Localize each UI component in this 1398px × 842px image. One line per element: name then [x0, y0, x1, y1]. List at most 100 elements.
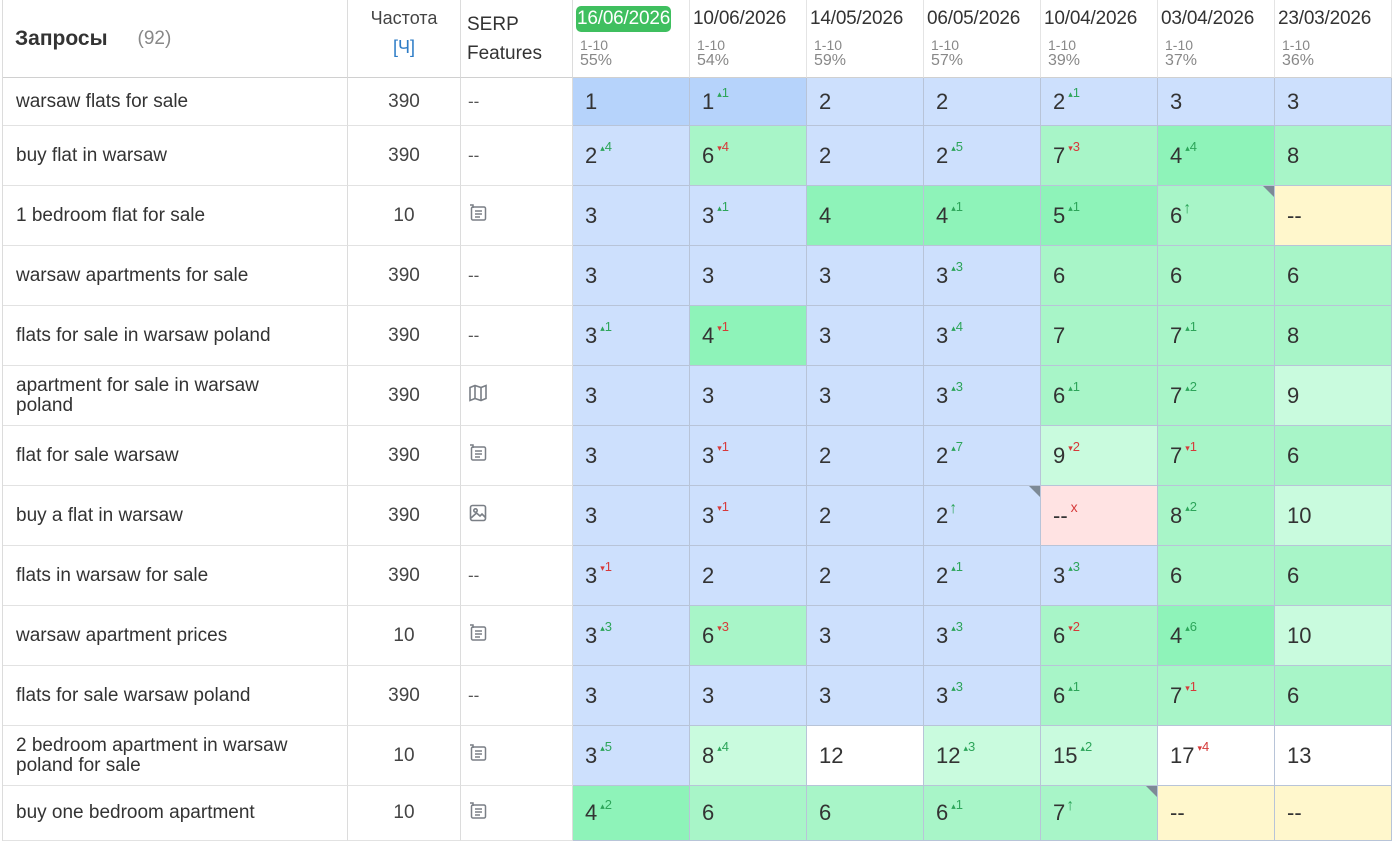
- position-cell[interactable]: 3: [807, 606, 924, 666]
- keyword-text[interactable]: flats for sale warsaw poland: [16, 685, 250, 706]
- position-cell[interactable]: 3: [573, 666, 690, 726]
- position-cell[interactable]: 4 ▴1: [924, 186, 1041, 246]
- position-cell[interactable]: 3: [807, 306, 924, 366]
- keyword-text[interactable]: buy one bedroom apartment: [16, 803, 255, 823]
- position-cell[interactable]: 7 ▾3: [1041, 126, 1158, 186]
- date-column-header[interactable]: 23/03/2026 1-10 36%: [1275, 0, 1392, 78]
- keyword-cell[interactable]: flats in warsaw for sale: [3, 546, 348, 606]
- position-cell[interactable]: 8: [1275, 306, 1392, 366]
- keyword-text[interactable]: warsaw apartment prices: [16, 625, 227, 646]
- position-cell[interactable]: 7 ▴2: [1158, 366, 1275, 426]
- position-cell[interactable]: 3: [573, 426, 690, 486]
- position-cell[interactable]: --: [1275, 786, 1392, 841]
- date-column-header[interactable]: 10/06/2026 1-10 54%: [690, 0, 807, 78]
- position-cell[interactable]: 6 ▾2: [1041, 606, 1158, 666]
- date-label[interactable]: 10/04/2026: [1044, 6, 1137, 32]
- keyword-text[interactable]: 2 bedroom apartment in warsaw poland for…: [16, 735, 296, 776]
- date-column-header[interactable]: 10/04/2026 1-10 39%: [1041, 0, 1158, 78]
- position-cell[interactable]: 3 ▴1: [573, 306, 690, 366]
- position-cell[interactable]: 6: [1041, 246, 1158, 306]
- position-cell[interactable]: 3: [573, 366, 690, 426]
- snippet-icon[interactable]: [468, 203, 488, 228]
- snippet-icon[interactable]: [468, 443, 488, 468]
- note-corner-icon[interactable]: [1263, 186, 1274, 197]
- position-cell[interactable]: 3 ▴3: [924, 666, 1041, 726]
- position-cell[interactable]: 12: [807, 726, 924, 786]
- position-cell[interactable]: 7 ↑: [1041, 786, 1158, 841]
- position-cell[interactable]: 3: [573, 186, 690, 246]
- position-cell[interactable]: 4 ▾1: [690, 306, 807, 366]
- position-cell[interactable]: 6 ▾3: [690, 606, 807, 666]
- position-cell[interactable]: 6: [1275, 426, 1392, 486]
- position-cell[interactable]: 3: [807, 366, 924, 426]
- keyword-cell[interactable]: flats for sale warsaw poland: [3, 666, 348, 726]
- keyword-cell[interactable]: buy flat in warsaw: [3, 126, 348, 186]
- keyword-text[interactable]: flats in warsaw for sale: [16, 565, 208, 586]
- keyword-cell[interactable]: 2 bedroom apartment in warsaw poland for…: [3, 726, 348, 786]
- keyword-cell[interactable]: 1 bedroom flat for sale: [3, 186, 348, 246]
- position-cell[interactable]: 2 ▴1: [924, 546, 1041, 606]
- image-icon[interactable]: [468, 503, 488, 528]
- position-cell[interactable]: -- x: [1041, 486, 1158, 546]
- position-cell[interactable]: 13: [1275, 726, 1392, 786]
- position-cell[interactable]: 3 ▴3: [924, 606, 1041, 666]
- date-label[interactable]: 10/06/2026: [693, 6, 786, 32]
- date-label[interactable]: 06/05/2026: [927, 6, 1020, 32]
- position-cell[interactable]: 10: [1275, 606, 1392, 666]
- keyword-text[interactable]: warsaw flats for sale: [16, 91, 188, 112]
- keyword-cell[interactable]: apartment for sale in warsaw poland: [3, 366, 348, 426]
- position-cell[interactable]: 8: [1275, 126, 1392, 186]
- position-cell[interactable]: 6: [690, 786, 807, 841]
- note-corner-icon[interactable]: [1029, 486, 1040, 497]
- note-corner-icon[interactable]: [1146, 786, 1157, 797]
- position-cell[interactable]: 3 ▴3: [1041, 546, 1158, 606]
- position-cell[interactable]: 3 ▴4: [924, 306, 1041, 366]
- keyword-text[interactable]: apartment for sale in warsaw poland: [16, 375, 296, 416]
- keyword-cell[interactable]: flat for sale warsaw: [3, 426, 348, 486]
- position-cell[interactable]: 6: [1275, 246, 1392, 306]
- position-cell[interactable]: 6 ▴1: [1041, 666, 1158, 726]
- position-cell[interactable]: 1 ▴1: [690, 78, 807, 126]
- position-cell[interactable]: 6: [1158, 546, 1275, 606]
- position-cell[interactable]: 3: [807, 666, 924, 726]
- snippet-icon[interactable]: [468, 801, 488, 826]
- keyword-text[interactable]: buy a flat in warsaw: [16, 505, 183, 526]
- position-cell[interactable]: 3: [690, 246, 807, 306]
- position-cell[interactable]: 9: [1275, 366, 1392, 426]
- position-cell[interactable]: 7 ▾1: [1158, 666, 1275, 726]
- position-cell[interactable]: 3 ▴1: [690, 186, 807, 246]
- position-cell[interactable]: 2 ▴5: [924, 126, 1041, 186]
- position-cell[interactable]: 4 ▴2: [573, 786, 690, 841]
- position-cell[interactable]: 3: [1275, 78, 1392, 126]
- date-column-header[interactable]: 03/04/2026 1-10 37%: [1158, 0, 1275, 78]
- position-cell[interactable]: 6: [807, 786, 924, 841]
- position-cell[interactable]: --: [1275, 186, 1392, 246]
- position-cell[interactable]: 2: [807, 486, 924, 546]
- snippet-icon[interactable]: [468, 623, 488, 648]
- keyword-text[interactable]: buy flat in warsaw: [16, 145, 167, 166]
- position-cell[interactable]: 6: [1275, 546, 1392, 606]
- keyword-cell[interactable]: warsaw apartments for sale: [3, 246, 348, 306]
- position-cell[interactable]: 6 ↑: [1158, 186, 1275, 246]
- position-cell[interactable]: 7 ▴1: [1158, 306, 1275, 366]
- position-cell[interactable]: 2: [807, 78, 924, 126]
- position-cell[interactable]: 6: [1158, 246, 1275, 306]
- date-label[interactable]: 23/03/2026: [1278, 6, 1371, 32]
- position-cell[interactable]: 2: [807, 126, 924, 186]
- position-cell[interactable]: 2: [690, 546, 807, 606]
- position-cell[interactable]: 2: [807, 426, 924, 486]
- position-cell[interactable]: 2 ▴1: [1041, 78, 1158, 126]
- position-cell[interactable]: 7 ▾1: [1158, 426, 1275, 486]
- date-label[interactable]: 14/05/2026: [810, 6, 903, 32]
- position-cell[interactable]: 12 ▴3: [924, 726, 1041, 786]
- position-cell[interactable]: 3 ▾1: [573, 546, 690, 606]
- position-cell[interactable]: 3: [1158, 78, 1275, 126]
- position-cell[interactable]: 9 ▾2: [1041, 426, 1158, 486]
- position-cell[interactable]: 2: [924, 78, 1041, 126]
- position-cell[interactable]: 3 ▾1: [690, 426, 807, 486]
- keyword-cell[interactable]: buy a flat in warsaw: [3, 486, 348, 546]
- date-column-header[interactable]: 14/05/2026 1-10 59%: [807, 0, 924, 78]
- position-cell[interactable]: 3: [573, 486, 690, 546]
- keyword-cell[interactable]: buy one bedroom apartment: [3, 786, 348, 841]
- keyword-text[interactable]: flats for sale in warsaw poland: [16, 325, 271, 346]
